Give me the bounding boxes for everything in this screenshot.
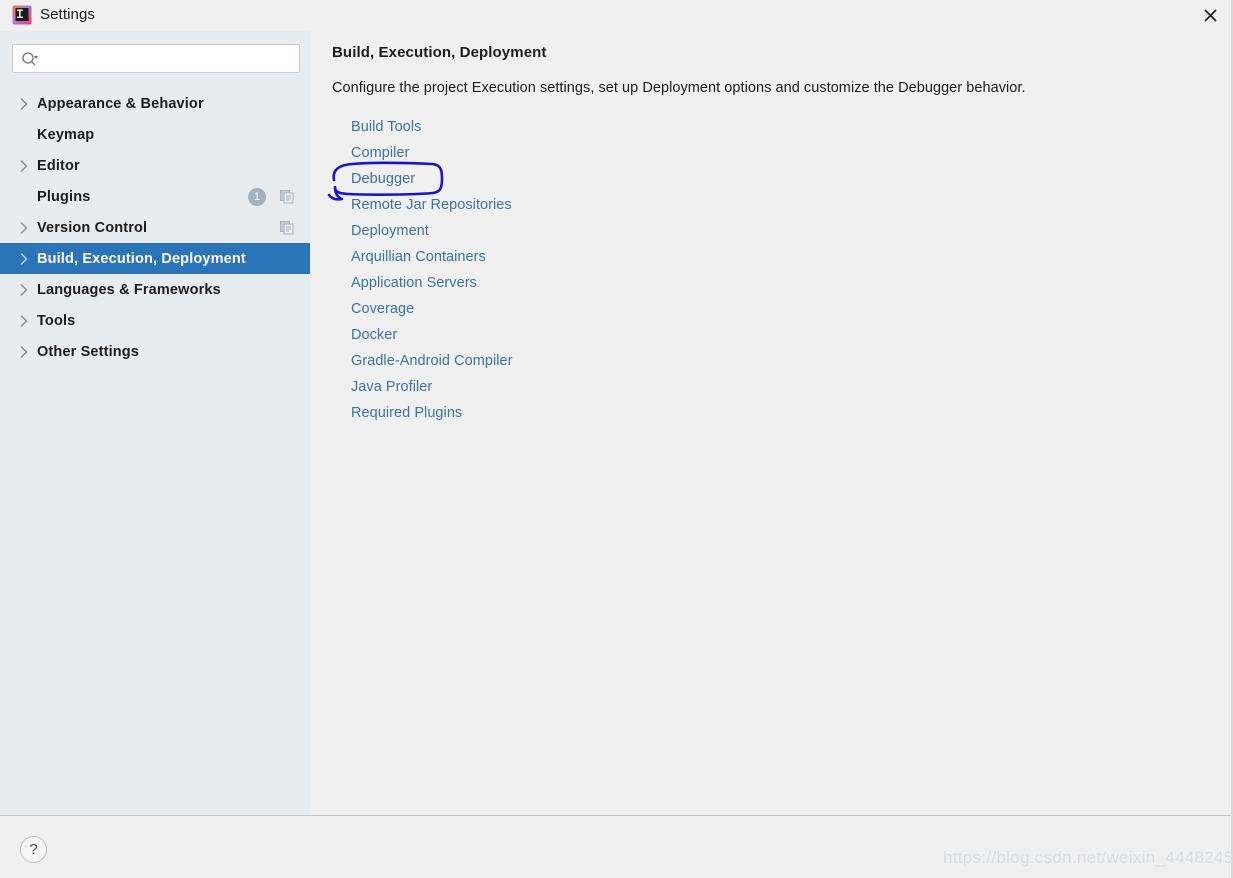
link-build-tools[interactable]: Build Tools bbox=[351, 119, 421, 135]
search-box-wrap bbox=[12, 44, 300, 74]
page-title: Build, Execution, Deployment bbox=[332, 44, 547, 61]
search-icon bbox=[21, 51, 39, 68]
list-item[interactable]: Java Profiler bbox=[351, 374, 771, 400]
list-item[interactable]: Compiler bbox=[351, 140, 771, 166]
list-item[interactable]: Build Tools bbox=[351, 114, 771, 140]
sidebar-item-label: Build, Execution, Deployment bbox=[37, 250, 246, 267]
plugins-update-badge: 1 bbox=[248, 187, 266, 206]
sidebar-item-label: Tools bbox=[37, 312, 76, 329]
list-item[interactable]: Deployment bbox=[351, 218, 771, 244]
list-item[interactable]: Coverage bbox=[351, 296, 771, 322]
link-deployment[interactable]: Deployment bbox=[351, 223, 429, 239]
list-item[interactable]: Docker bbox=[351, 322, 771, 348]
link-compiler[interactable]: Compiler bbox=[351, 145, 409, 161]
sidebar-item-keymap[interactable]: Keymap bbox=[0, 119, 310, 150]
subsection-link-list: Build Tools Compiler Debugger Remote Jar… bbox=[351, 114, 771, 426]
search-input[interactable] bbox=[43, 45, 297, 74]
list-item[interactable]: Arquillian Containers bbox=[351, 244, 771, 270]
window-title: Settings bbox=[40, 6, 95, 23]
sidebar-item-build-execution-deployment[interactable]: Build, Execution, Deployment bbox=[0, 243, 310, 274]
sidebar-item-version-control[interactable]: Version Control bbox=[0, 212, 310, 243]
list-item[interactable]: Remote Jar Repositories bbox=[351, 192, 771, 218]
chevron-right-icon[interactable] bbox=[18, 221, 30, 234]
sidebar-item-plugins[interactable]: Plugins 1 bbox=[0, 181, 310, 212]
sidebar-item-label: Keymap bbox=[37, 126, 95, 143]
close-icon[interactable] bbox=[1187, 0, 1233, 31]
help-button[interactable]: ? bbox=[20, 836, 47, 863]
settings-main-panel: Build, Execution, Deployment Configure t… bbox=[310, 31, 1233, 815]
sidebar-item-appearance-behavior[interactable]: Appearance & Behavior bbox=[0, 88, 310, 119]
list-item[interactable]: Required Plugins bbox=[351, 400, 771, 426]
settings-tree: Appearance & Behavior Keymap Editor Plug… bbox=[0, 88, 310, 367]
link-docker[interactable]: Docker bbox=[351, 327, 397, 343]
link-arquillian-containers[interactable]: Arquillian Containers bbox=[351, 249, 486, 265]
chevron-right-icon[interactable] bbox=[18, 314, 30, 327]
link-application-servers[interactable]: Application Servers bbox=[351, 275, 477, 291]
settings-dialog: Settings Appearance & Behavior Keymap Ed… bbox=[0, 0, 1233, 878]
list-item[interactable]: Application Servers bbox=[351, 270, 771, 296]
title-bar: Settings bbox=[0, 0, 1233, 31]
sidebar-item-label: Other Settings bbox=[37, 343, 139, 360]
sidebar-item-tools[interactable]: Tools bbox=[0, 305, 310, 336]
settings-sidebar: Appearance & Behavior Keymap Editor Plug… bbox=[0, 31, 310, 815]
dialog-footer: ? OK Cancel Apply bbox=[0, 816, 1233, 878]
sidebar-item-label: Appearance & Behavior bbox=[37, 95, 204, 112]
link-gradle-android-compiler[interactable]: Gradle-Android Compiler bbox=[351, 353, 513, 369]
chevron-right-icon[interactable] bbox=[18, 345, 30, 358]
intellij-idea-logo-icon bbox=[12, 5, 32, 25]
sidebar-item-label: Version Control bbox=[37, 219, 148, 236]
link-coverage[interactable]: Coverage bbox=[351, 301, 414, 317]
sidebar-item-editor[interactable]: Editor bbox=[0, 150, 310, 181]
list-item[interactable]: Debugger bbox=[351, 166, 771, 192]
chevron-right-icon[interactable] bbox=[18, 252, 30, 265]
sidebar-item-label: Plugins bbox=[37, 188, 91, 205]
link-java-profiler[interactable]: Java Profiler bbox=[351, 379, 432, 395]
chevron-right-icon[interactable] bbox=[18, 97, 30, 110]
sidebar-item-label: Editor bbox=[37, 157, 80, 174]
copy-settings-icon[interactable] bbox=[280, 220, 294, 235]
list-item[interactable]: Gradle-Android Compiler bbox=[351, 348, 771, 374]
chevron-right-icon[interactable] bbox=[18, 159, 30, 172]
chevron-right-icon[interactable] bbox=[18, 283, 30, 296]
page-description: Configure the project Execution settings… bbox=[332, 80, 1026, 96]
sidebar-item-other-settings[interactable]: Other Settings bbox=[0, 336, 310, 367]
copy-settings-icon[interactable] bbox=[280, 189, 294, 204]
link-remote-jar-repositories[interactable]: Remote Jar Repositories bbox=[351, 197, 512, 213]
link-debugger[interactable]: Debugger bbox=[351, 171, 415, 187]
sidebar-item-label: Languages & Frameworks bbox=[37, 281, 221, 298]
search-box[interactable] bbox=[12, 44, 300, 74]
sidebar-item-languages-frameworks[interactable]: Languages & Frameworks bbox=[0, 274, 310, 305]
link-required-plugins[interactable]: Required Plugins bbox=[351, 405, 462, 421]
